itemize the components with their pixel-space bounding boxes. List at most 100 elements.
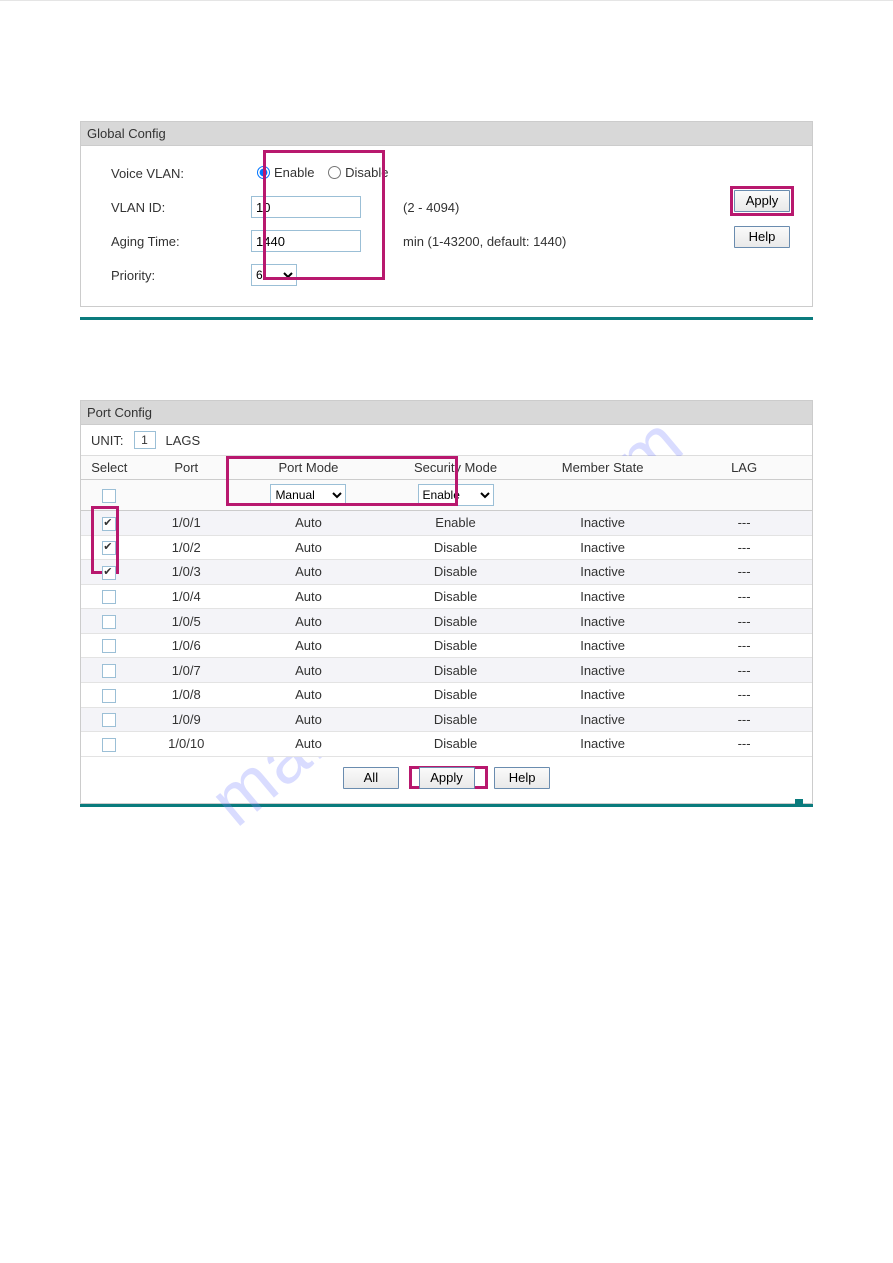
table-row: 1/0/8AutoDisableInactive--- xyxy=(81,682,812,707)
cell-port: 1/0/2 xyxy=(138,535,235,560)
cell-security: Disable xyxy=(382,732,529,757)
col-lag: LAG xyxy=(676,456,812,480)
unit-value-box[interactable]: 1 xyxy=(134,431,156,449)
row-checkbox[interactable] xyxy=(102,738,116,752)
cell-security: Disable xyxy=(382,584,529,609)
aging-time-label: Aging Time: xyxy=(91,234,251,249)
cell-lag: --- xyxy=(676,682,812,707)
cell-port: 1/0/8 xyxy=(138,682,235,707)
cell-lag: --- xyxy=(676,633,812,658)
cell-port: 1/0/6 xyxy=(138,633,235,658)
cell-lag: --- xyxy=(676,584,812,609)
table-row: 1/0/9AutoDisableInactive--- xyxy=(81,707,812,732)
table-row: 1/0/1AutoEnableInactive--- xyxy=(81,511,812,536)
row-checkbox[interactable] xyxy=(102,566,116,580)
port-help-button[interactable]: Help xyxy=(494,767,550,789)
cell-port: 1/0/9 xyxy=(138,707,235,732)
cell-mode: Auto xyxy=(235,584,382,609)
cell-port: 1/0/1 xyxy=(138,511,235,536)
cell-security: Disable xyxy=(382,560,529,585)
highlight-mode-cluster xyxy=(226,456,458,506)
cell-member: Inactive xyxy=(529,609,676,634)
cell-security: Disable xyxy=(382,707,529,732)
help-button[interactable]: Help xyxy=(734,226,790,248)
cell-mode: Auto xyxy=(235,535,382,560)
cell-security: Disable xyxy=(382,658,529,683)
cell-lag: --- xyxy=(676,732,812,757)
page-marker-icon xyxy=(795,799,803,807)
cell-lag: --- xyxy=(676,560,812,585)
table-row: 1/0/2AutoDisableInactive--- xyxy=(81,535,812,560)
cell-lag: --- xyxy=(676,535,812,560)
cell-member: Inactive xyxy=(529,682,676,707)
row-checkbox[interactable] xyxy=(102,541,116,555)
row-checkbox[interactable] xyxy=(102,590,116,604)
cell-member: Inactive xyxy=(529,633,676,658)
col-member-state: Member State xyxy=(529,456,676,480)
global-config-title: Global Config xyxy=(81,122,812,146)
apply-button[interactable]: Apply xyxy=(734,190,790,212)
port-apply-button[interactable]: Apply xyxy=(419,767,475,789)
cell-port: 1/0/10 xyxy=(138,732,235,757)
divider-2 xyxy=(80,804,813,807)
apply-highlight: Apply xyxy=(730,186,794,216)
aging-time-hint: min (1-43200, default: 1440) xyxy=(403,234,566,249)
cell-security: Disable xyxy=(382,535,529,560)
cell-port: 1/0/5 xyxy=(138,609,235,634)
row-checkbox[interactable] xyxy=(102,689,116,703)
row-checkbox[interactable] xyxy=(102,713,116,727)
table-row: 1/0/5AutoDisableInactive--- xyxy=(81,609,812,634)
priority-label: Priority: xyxy=(91,268,251,283)
cell-member: Inactive xyxy=(529,560,676,585)
all-button[interactable]: All xyxy=(343,767,399,789)
cell-mode: Auto xyxy=(235,560,382,585)
cell-security: Enable xyxy=(382,511,529,536)
cell-mode: Auto xyxy=(235,682,382,707)
cell-mode: Auto xyxy=(235,732,382,757)
cell-mode: Auto xyxy=(235,707,382,732)
cell-member: Inactive xyxy=(529,511,676,536)
table-row: 1/0/3AutoDisableInactive--- xyxy=(81,560,812,585)
table-row: 1/0/7AutoDisableInactive--- xyxy=(81,658,812,683)
cell-member: Inactive xyxy=(529,732,676,757)
select-all-checkbox[interactable] xyxy=(102,489,116,503)
row-checkbox[interactable] xyxy=(102,639,116,653)
cell-member: Inactive xyxy=(529,707,676,732)
cell-port: 1/0/4 xyxy=(138,584,235,609)
unit-label: UNIT: xyxy=(91,433,124,448)
port-apply-highlight: Apply xyxy=(409,766,489,789)
vlan-id-label: VLAN ID: xyxy=(91,200,251,215)
lags-label[interactable]: LAGS xyxy=(166,433,201,448)
row-checkbox[interactable] xyxy=(102,517,116,531)
cell-member: Inactive xyxy=(529,658,676,683)
cell-security: Disable xyxy=(382,633,529,658)
cell-security: Disable xyxy=(382,682,529,707)
voice-vlan-label: Voice VLAN: xyxy=(91,166,251,181)
global-config-panel: Global Config Voice VLAN: Enable Disable xyxy=(80,121,813,307)
col-port: Port xyxy=(138,456,235,480)
cell-lag: --- xyxy=(676,707,812,732)
cell-mode: Auto xyxy=(235,658,382,683)
cell-security: Disable xyxy=(382,609,529,634)
port-config-title: Port Config xyxy=(81,401,812,425)
cell-member: Inactive xyxy=(529,584,676,609)
row-checkbox[interactable] xyxy=(102,615,116,629)
highlight-field-cluster xyxy=(263,150,385,280)
cell-mode: Auto xyxy=(235,609,382,634)
cell-lag: --- xyxy=(676,511,812,536)
port-config-panel: Port Config UNIT: 1 LAGS Select Port Por… xyxy=(80,400,813,804)
cell-port: 1/0/7 xyxy=(138,658,235,683)
cell-member: Inactive xyxy=(529,535,676,560)
col-select: Select xyxy=(81,456,138,480)
vlan-id-hint: (2 - 4094) xyxy=(403,200,459,215)
cell-lag: --- xyxy=(676,658,812,683)
table-row: 1/0/4AutoDisableInactive--- xyxy=(81,584,812,609)
cell-port: 1/0/3 xyxy=(138,560,235,585)
row-checkbox[interactable] xyxy=(102,664,116,678)
table-row: 1/0/6AutoDisableInactive--- xyxy=(81,633,812,658)
cell-mode: Auto xyxy=(235,511,382,536)
cell-mode: Auto xyxy=(235,633,382,658)
cell-lag: --- xyxy=(676,609,812,634)
divider xyxy=(80,317,813,320)
table-row: 1/0/10AutoDisableInactive--- xyxy=(81,732,812,757)
